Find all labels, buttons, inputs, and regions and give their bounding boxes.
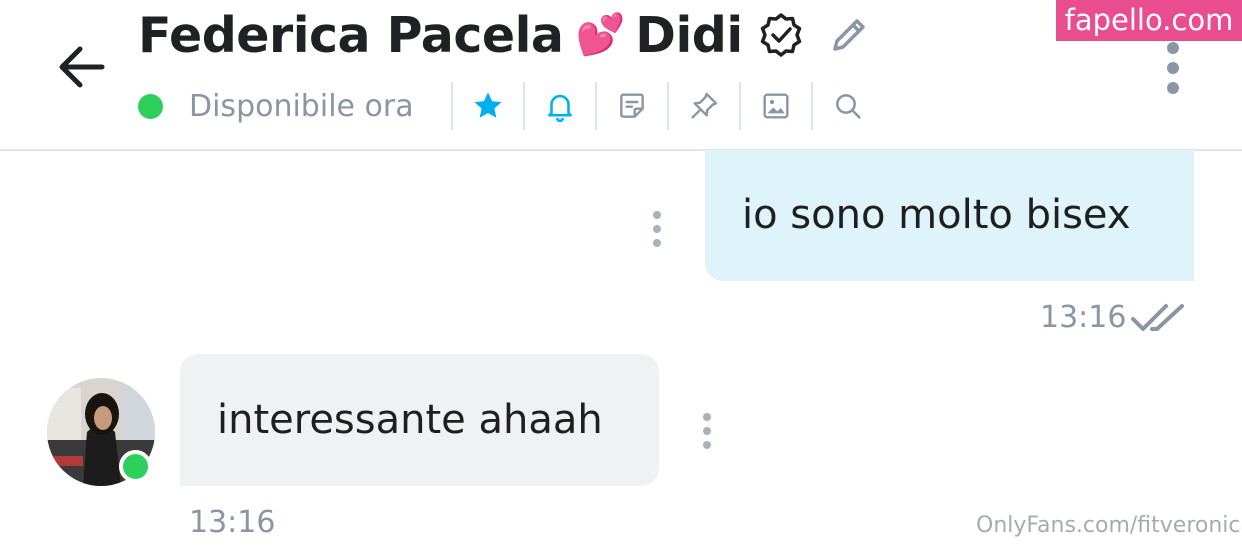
divider [810, 82, 813, 130]
avatar-online-indicator [119, 450, 152, 483]
back-arrow-icon[interactable] [54, 40, 108, 94]
read-double-check-icon [1131, 304, 1184, 331]
favorite-button[interactable] [470, 88, 506, 124]
divider [594, 82, 597, 130]
note-icon [619, 93, 644, 118]
gallery-button[interactable] [758, 88, 794, 124]
outgoing-message-bubble: io sono molto bisex [705, 150, 1194, 281]
pin-icon [691, 92, 717, 119]
search-icon [835, 94, 861, 119]
more-options-icon[interactable] [1160, 40, 1186, 96]
divider [666, 82, 669, 130]
divider [738, 82, 741, 130]
contact-nickname: Didi [635, 6, 743, 64]
edit-pencil-icon[interactable] [827, 13, 871, 57]
heart-emoji: 💕 [575, 12, 626, 58]
notifications-button[interactable] [542, 88, 578, 124]
image-icon [763, 93, 789, 119]
brand-watermark: fapello.com [1056, 0, 1242, 41]
source-watermark: OnlyFans.com/fitveronica [976, 513, 1242, 538]
message-options-icon[interactable] [696, 411, 718, 451]
verified-badge-icon [760, 13, 801, 57]
divider [522, 82, 525, 130]
bell-icon [547, 94, 572, 123]
notes-button[interactable] [614, 88, 650, 124]
pin-button[interactable] [686, 88, 722, 124]
message-options-icon[interactable] [646, 209, 668, 249]
star-icon [474, 92, 502, 118]
incoming-message-bubble: interessante ahaah [180, 354, 659, 486]
message-timestamp: 13:16 [1040, 300, 1127, 335]
message-timestamp: 13:16 [189, 505, 276, 540]
online-indicator [138, 93, 163, 119]
search-button[interactable] [830, 88, 866, 124]
status-toolbar: Disponibile ora [138, 80, 866, 132]
chat-title[interactable]: Federica Pacela 💕 Didi [138, 0, 871, 70]
divider [450, 82, 453, 130]
online-status: Disponibile ora [189, 88, 414, 124]
contact-name: Federica Pacela [138, 6, 564, 64]
